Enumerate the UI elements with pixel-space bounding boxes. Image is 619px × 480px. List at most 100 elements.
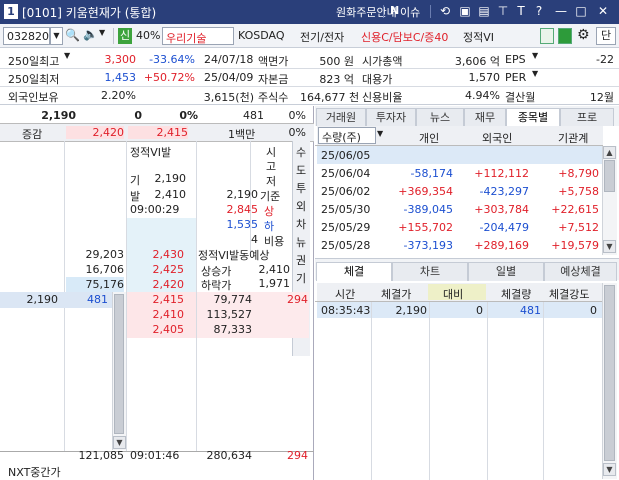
volume-pct: 0%: [288, 109, 306, 122]
high-250-pct: -33.64%: [149, 53, 195, 66]
high-250-label: 250일최고: [8, 55, 60, 68]
tab-broker[interactable]: 거래원: [316, 108, 366, 126]
side-tab-do[interactable]: 도: [296, 162, 306, 178]
link-icon[interactable]: ⟲: [438, 4, 452, 18]
help-icon[interactable]: ?: [532, 4, 546, 18]
side-tab-news[interactable]: 뉴: [296, 234, 306, 250]
ask-price[interactable]: 2,420: [128, 278, 185, 291]
exec-price: 2,190: [395, 304, 428, 317]
exec-tabs: 체결 차트 일별 예상체결: [315, 258, 619, 281]
pin-icon[interactable]: ⊤: [496, 4, 510, 18]
tab-execution[interactable]: 체결: [316, 262, 392, 281]
tab-finance[interactable]: 재무: [464, 108, 506, 126]
stock-code-input[interactable]: 032820: [3, 27, 50, 45]
eps-dropdown-icon[interactable]: ▼: [532, 51, 538, 60]
exec-time: 08:35:43: [321, 304, 371, 317]
side-tab-sell[interactable]: 수: [296, 144, 306, 160]
book-scroll-down-icon[interactable]: ▼: [113, 436, 126, 449]
maximize-icon[interactable]: □: [574, 4, 588, 18]
market-cap-label: 시가총액: [362, 55, 403, 68]
title-bar: 1 [0101] 키움현재가 (통합) 원화주문안내 N 이슈 ⟲ ▣ ▤ ⊤ …: [0, 0, 619, 24]
per-dropdown-icon[interactable]: ▼: [532, 69, 538, 78]
inv-value: +303,784: [474, 203, 529, 216]
diff-ask: 2,420: [66, 126, 124, 139]
tab-investor[interactable]: 투자자: [366, 108, 416, 126]
down-value: 1,971: [258, 277, 291, 290]
inv-value: +5,758: [558, 185, 599, 198]
investor-scrollbar[interactable]: ▲ ▼: [602, 146, 617, 255]
order-guide-link[interactable]: 원화주문안내: [336, 4, 397, 20]
credit-badge: 신: [118, 28, 132, 44]
settle-label: 결산월: [505, 91, 536, 104]
minimize-icon[interactable]: —: [554, 4, 568, 18]
tab-expected[interactable]: 예상체결: [544, 262, 617, 281]
per-label: PER: [505, 71, 527, 84]
inv-value: -373,193: [403, 239, 453, 252]
ask-price[interactable]: 2,430: [128, 248, 185, 261]
tab-by-stock[interactable]: 종목별: [506, 108, 560, 126]
col-institution: 기관계: [558, 132, 589, 145]
vi-k2: 발: [130, 190, 141, 203]
capital-label: 자본금: [258, 73, 289, 86]
single-button[interactable]: 단: [596, 27, 616, 45]
vi-k1: 기: [130, 174, 141, 187]
side-tab-chart[interactable]: 차: [296, 216, 306, 232]
tab-news[interactable]: 뉴스: [416, 108, 464, 126]
low-250-value: 1,453: [104, 71, 137, 84]
book-scroll-thumb[interactable]: [114, 294, 124, 434]
diff-label: 증감: [22, 128, 43, 141]
gear-icon[interactable]: ⚙: [577, 27, 593, 45]
ask-price[interactable]: 2,425: [128, 263, 185, 276]
screen-icon[interactable]: ▣: [458, 4, 472, 18]
side-tab-invest[interactable]: 투: [296, 180, 306, 196]
inv-value: +155,702: [398, 221, 453, 234]
search-icon[interactable]: 🔍: [65, 28, 80, 43]
tab-program[interactable]: 프로: [560, 108, 614, 126]
inv-value: +289,169: [474, 239, 529, 252]
tab-chart[interactable]: 차트: [392, 262, 468, 281]
ask-qty: 16,706: [85, 263, 125, 276]
investor-scroll-thumb[interactable]: [604, 160, 615, 192]
shares-value: 164,677 천: [300, 91, 360, 104]
side-tab-foreign[interactable]: 외: [296, 198, 306, 214]
label-base: 기준: [260, 190, 281, 203]
font-icon[interactable]: T: [514, 4, 528, 18]
stock-name-field[interactable]: 우리기술: [162, 27, 234, 45]
high-dropdown-icon[interactable]: ▼: [64, 51, 70, 60]
bid-price[interactable]: 2,405: [128, 323, 185, 336]
chart-icon[interactable]: [558, 28, 572, 44]
speaker-dropdown-icon[interactable]: ▼: [99, 28, 109, 37]
exec-scrollbar[interactable]: ▼: [602, 283, 617, 479]
inv-date: 25/05/29: [321, 221, 371, 234]
divider: [430, 5, 431, 18]
qty-unit-select[interactable]: 수량(주): [318, 127, 376, 144]
layout-icon[interactable]: ▤: [477, 4, 491, 18]
issue-link[interactable]: 이슈: [400, 4, 420, 20]
par-value: 500 원: [319, 55, 354, 68]
exec-scroll-down-icon[interactable]: ▼: [603, 463, 616, 476]
speaker-icon[interactable]: 🔈: [83, 27, 99, 45]
execution-table: 시간 체결가 대비 체결량 체결강도 08:35:43 2,190 0 481 …: [315, 281, 619, 480]
exec-scroll-thumb[interactable]: [604, 285, 615, 461]
n-badge[interactable]: N: [390, 4, 399, 17]
high-250-date: 24/07/18: [204, 53, 254, 66]
side-tab-rights[interactable]: 권: [296, 252, 306, 268]
inv-date: 25/05/28: [321, 239, 371, 252]
nxt-label: NXT중간가: [8, 466, 61, 479]
bid-price[interactable]: 2,410: [128, 308, 185, 321]
scroll-down-icon[interactable]: ▼: [603, 240, 616, 253]
trade-qty: 481: [87, 293, 108, 306]
bid-price[interactable]: 2,415: [128, 293, 185, 306]
sector-label: 전기/전자: [300, 31, 345, 44]
inv-date: 25/06/02: [321, 185, 371, 198]
qty-dropdown-icon[interactable]: ▼: [377, 129, 383, 138]
doc-icon[interactable]: [540, 28, 554, 44]
ask-qty: 29,203: [85, 248, 125, 261]
tab-daily[interactable]: 일별: [468, 262, 544, 281]
code-dropdown-icon[interactable]: ▼: [50, 27, 63, 45]
scroll-up-icon[interactable]: ▲: [603, 146, 616, 159]
info-grid: 250일최고 ▼ 3,300 -33.64% 24/07/18 액면가 500 …: [0, 50, 619, 105]
book-scrollbar[interactable]: ▼: [112, 292, 126, 450]
side-tab-etc[interactable]: 기: [296, 270, 306, 286]
close-icon[interactable]: ✕: [596, 4, 610, 18]
